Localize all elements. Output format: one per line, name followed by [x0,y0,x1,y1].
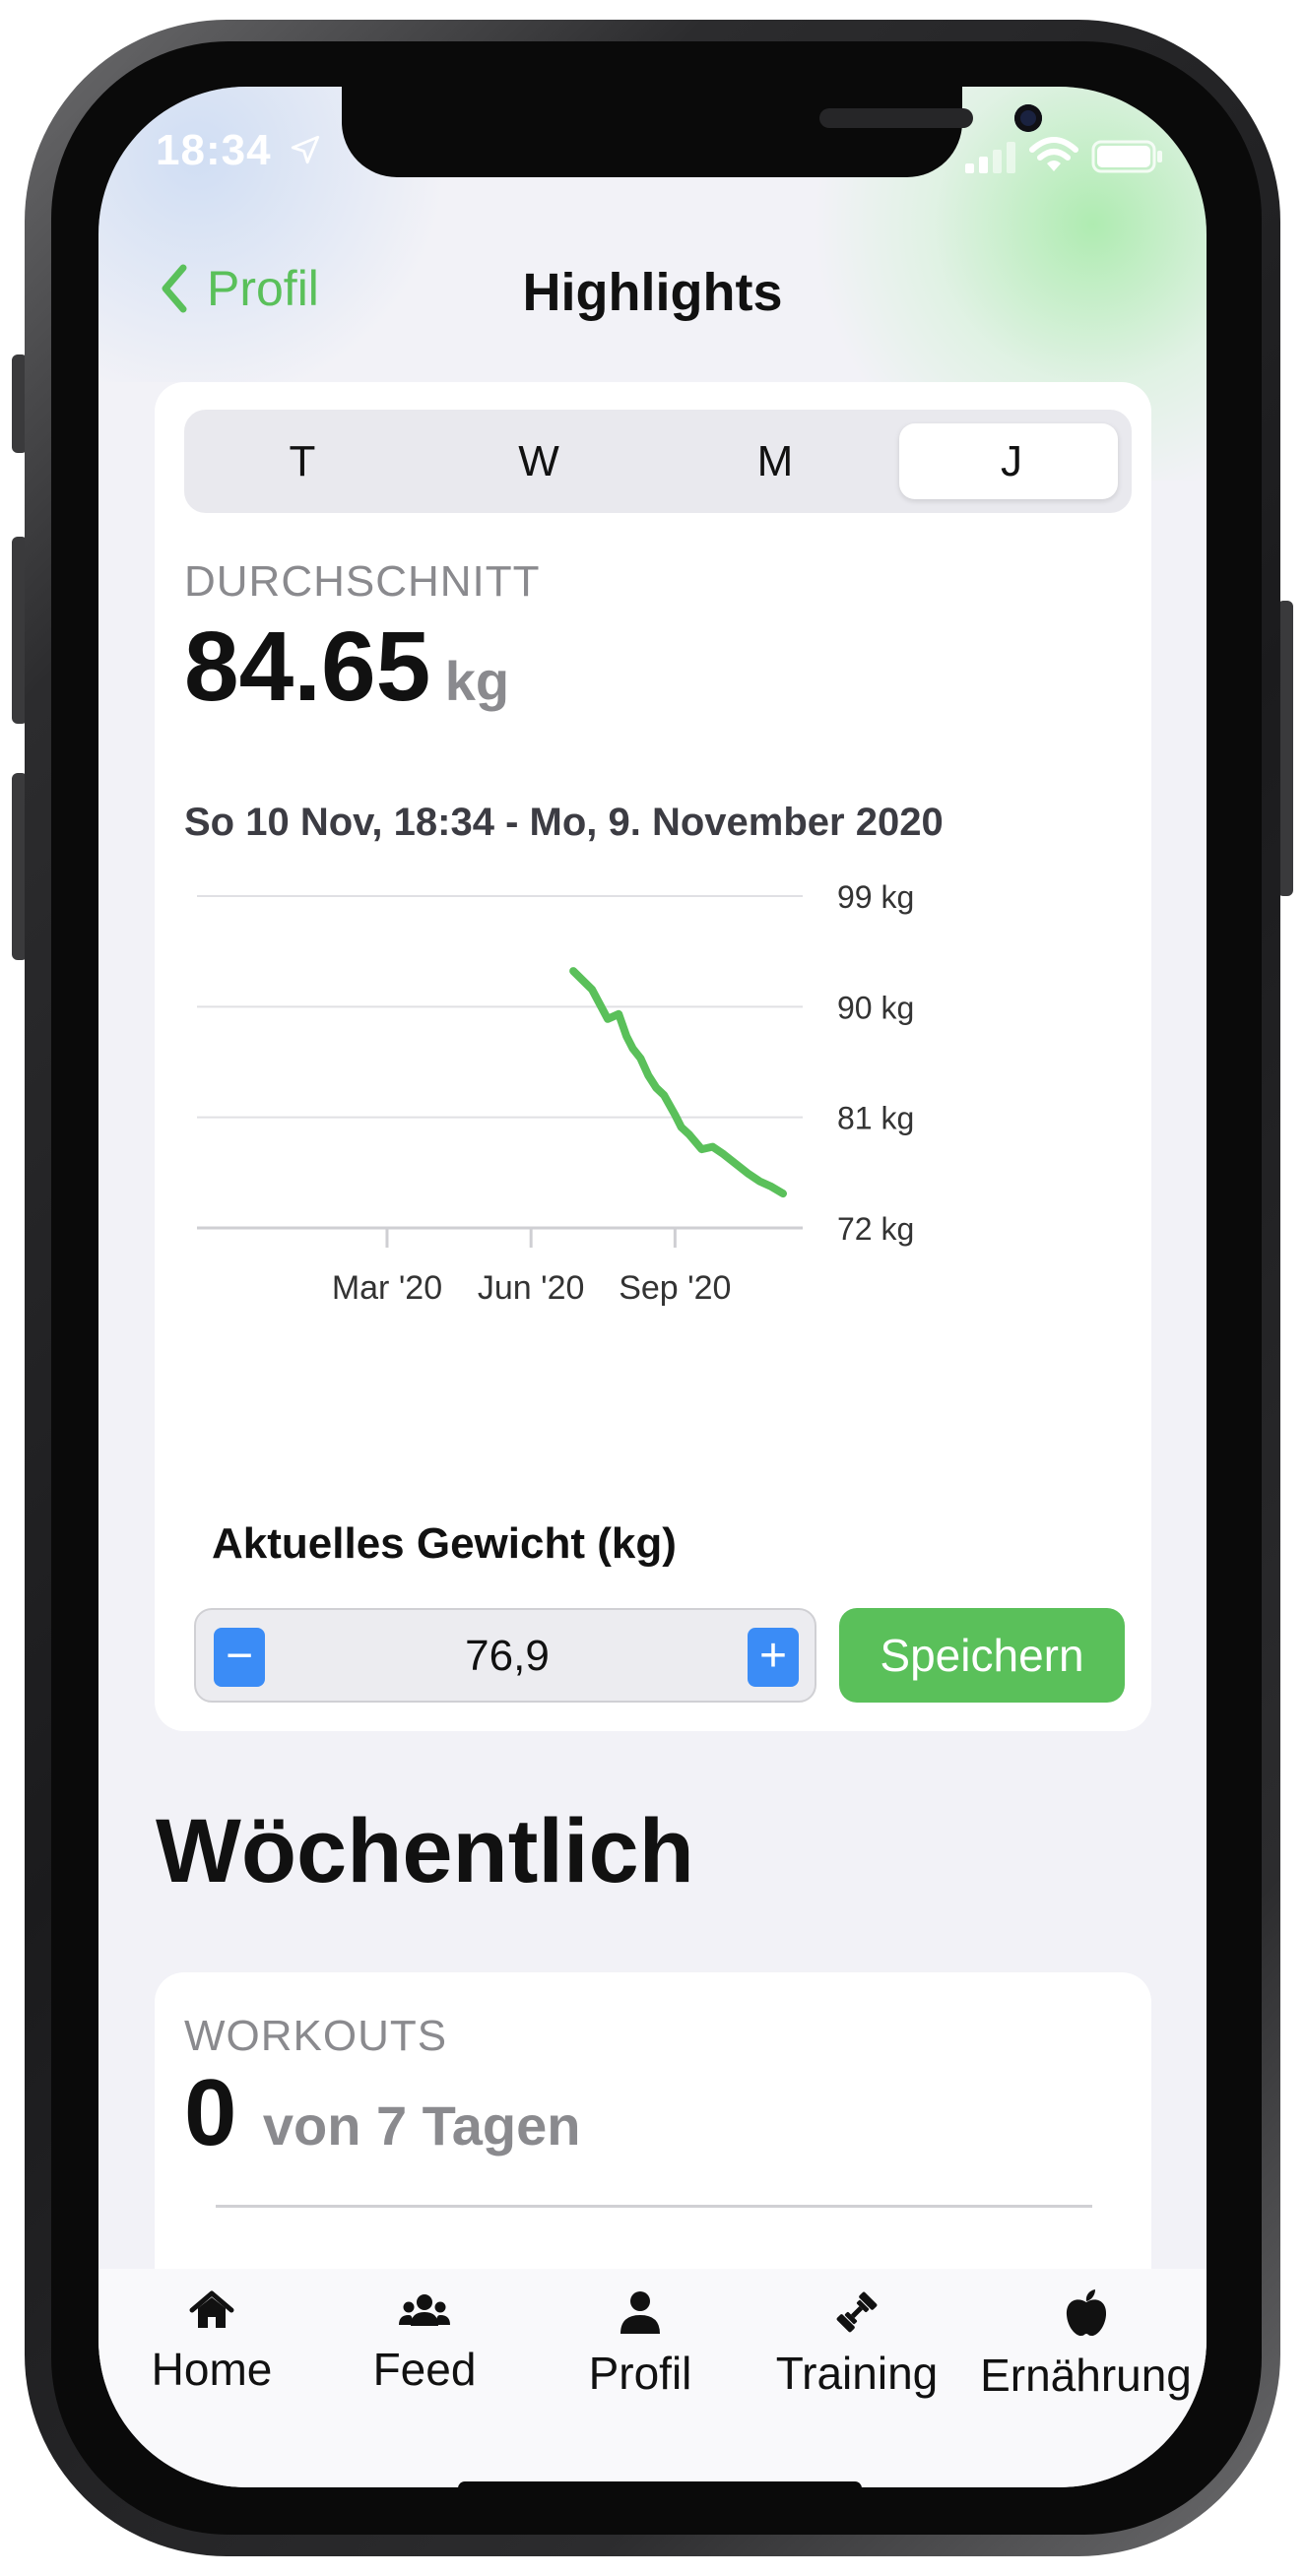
location-arrow-icon [291,135,319,164]
workouts-divider [216,2205,1092,2208]
weight-series-line [569,967,787,1198]
workouts-count: 0 [184,2060,237,2165]
tab-ernaehrung[interactable]: Ernährung [965,2288,1207,2402]
battery-icon [1091,140,1162,173]
tab-feed[interactable]: Feed [311,2288,538,2396]
tab-ernaehrung-label: Ernährung [980,2350,1192,2401]
cellular-signal-icon [965,142,1015,173]
y-tick-label: 99 kg [837,879,914,915]
front-camera [1014,104,1042,132]
tab-training[interactable]: Training [744,2288,970,2400]
segment-year[interactable]: J [893,410,1130,513]
weight-card: T W M J DURCHSCHNITT 84.65 kg So 10 Nov,… [155,382,1151,1731]
segment-month[interactable]: M [657,410,893,513]
x-tick-label: Mar '20 [332,1269,442,1307]
y-tick-label: 72 kg [837,1211,914,1247]
average-caption: DURCHSCHNITT [184,557,541,606]
current-weight-label: Aktuelles Gewicht (kg) [212,1519,677,1568]
segment-day[interactable]: T [184,410,421,513]
house-icon [189,2290,234,2328]
tab-profil-label: Profil [588,2348,692,2399]
home-indicator[interactable] [458,2481,862,2487]
date-range: So 10 Nov, 18:34 - Mo, 9. November 2020 [184,801,944,844]
x-tick-label: Jun '20 [478,1269,585,1307]
tab-profil[interactable]: Profil [527,2288,753,2400]
tab-training-label: Training [775,2348,939,2399]
segment-week[interactable]: W [421,410,657,513]
y-tick-label: 81 kg [837,1101,914,1136]
average-value: 84.65 [184,612,431,722]
weekly-heading: Wöchentlich [156,1801,694,1901]
wifi-icon [1029,137,1078,171]
save-button[interactable]: Speichern [839,1608,1125,1703]
average-unit: kg [444,650,510,712]
decrement-button[interactable]: − [214,1628,265,1687]
phone-screen: 18:34 Profil Highlights T W M J DURCHSCH… [98,87,1207,2487]
person-icon [620,2291,660,2334]
workouts-caption: WORKOUTS [184,2012,448,2060]
page-title: Highlights [522,263,783,322]
status-bar-time: 18:34 [156,126,322,175]
x-tick-label: Sep '20 [619,1269,731,1307]
period-segmented-control[interactable]: T W M J [184,410,1132,513]
workouts-value-row: 0 von 7 Tagen [184,2059,580,2167]
tab-home[interactable]: Home [98,2288,325,2396]
workouts-suffix: von 7 Tagen [262,2094,581,2157]
tab-home-label: Home [151,2344,273,2395]
y-tick-label: 90 kg [837,990,914,1025]
tab-bar: Home Feed Profil Training Ernährung [98,2269,1207,2487]
weight-input[interactable] [285,1620,730,1693]
weight-stepper[interactable]: − + [194,1608,816,1703]
average-value-row: 84.65 kg [184,611,509,724]
notch [342,87,1042,177]
increment-button[interactable]: + [748,1628,799,1687]
speaker-grille [819,108,973,128]
dumbbell-icon [836,2291,878,2333]
people-icon [399,2294,450,2326]
apple-icon [1066,2289,1106,2337]
tab-feed-label: Feed [372,2344,477,2395]
weight-chart: 99 kg 90 kg 81 kg 72 kg Mar '20 Jun '20 Sep '2… [197,879,914,1307]
